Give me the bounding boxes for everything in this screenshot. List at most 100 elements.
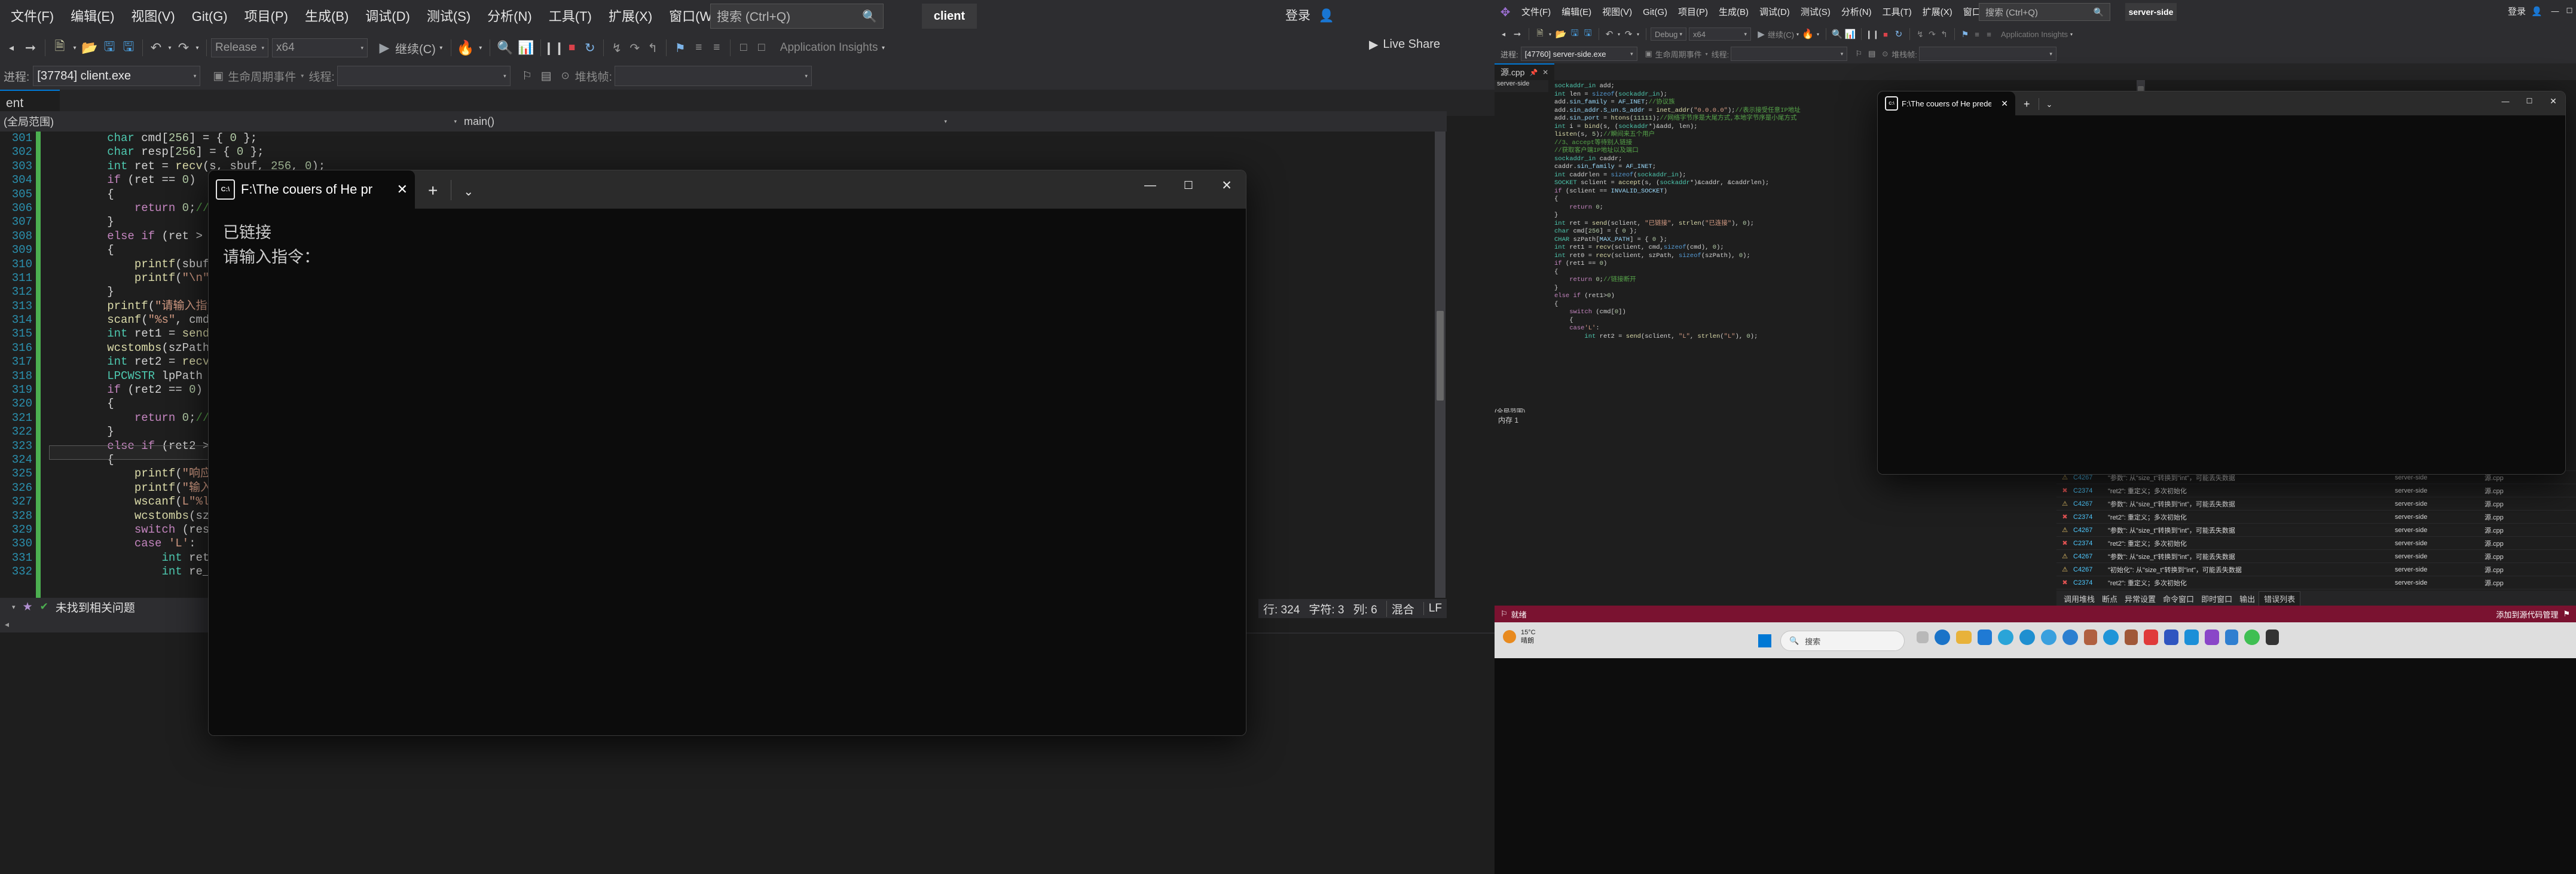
server-new-item-icon[interactable]: 🗎	[1533, 27, 1547, 41]
restart-icon[interactable]: ↻	[581, 41, 599, 56]
console-new-tab-icon[interactable]: +	[415, 181, 451, 209]
server-undo-caret-icon[interactable]: ▾	[1615, 32, 1622, 37]
taskbar-app11-icon[interactable]	[2125, 629, 2138, 645]
server-navigate-forward-icon[interactable]: ➞	[1510, 29, 1524, 39]
server-lifecycle-caret-icon[interactable]: ▾	[1706, 51, 1708, 57]
server-lifecycle-label[interactable]: 生命周期事件	[1655, 48, 1702, 60]
taskbar-edge-icon[interactable]	[1935, 629, 1950, 645]
process-combo[interactable]: [37784] client.exe ▾	[33, 66, 201, 86]
taskbar-app14-icon[interactable]	[2184, 629, 2199, 645]
server-pause-icon[interactable]: ❙❙	[1865, 29, 1879, 39]
server-console-new-tab-icon[interactable]: +	[2015, 98, 2039, 115]
server-menu-item-build[interactable]: 生成(B)	[1713, 8, 1754, 17]
account-signin[interactable]: 登录 👤	[1285, 6, 1334, 24]
console-minimize-button[interactable]: —	[1131, 170, 1169, 200]
server-tab-pin-icon[interactable]: 📌	[1529, 69, 1538, 77]
server-bottom-tab-output[interactable]: 输出	[2236, 593, 2259, 604]
diagnostics-icon[interactable]: 📊	[516, 40, 536, 56]
menu-item-test[interactable]: 测试(S)	[418, 10, 479, 23]
server-bottom-tab-command[interactable]: 命令窗口	[2159, 593, 2198, 604]
menu-item-file[interactable]: 文件(F)	[2, 10, 62, 23]
uncomment-icon[interactable]: □	[753, 41, 771, 54]
taskbar-app9-icon[interactable]	[2084, 629, 2097, 645]
error-code[interactable]: C2374	[2073, 579, 2108, 586]
error-code[interactable]: C2374	[2073, 540, 2108, 547]
server-build-platform-combo[interactable]: x64 ▾	[1689, 27, 1751, 41]
taskbar-app10-icon[interactable]	[2103, 629, 2119, 645]
server-redo-caret-icon[interactable]: ▾	[1634, 32, 1642, 37]
server-build-configuration-combo[interactable]: Debug ▾	[1651, 27, 1686, 41]
server-menu-item-project[interactable]: 项目(P)	[1673, 8, 1713, 17]
server-console-minimize-button[interactable]: —	[2494, 91, 2517, 111]
table-row[interactable]: ⚠ C4267"参数": 从"size_t"转换到"int"，可能丢失数据 serv…	[2056, 524, 2576, 537]
error-code[interactable]: C4267	[2073, 527, 2108, 534]
menu-item-git[interactable]: Git(G)	[184, 10, 236, 23]
freeze-thread-icon[interactable]: ▤	[537, 69, 556, 83]
taskbar-app6-icon[interactable]	[2019, 629, 2035, 645]
problem-filter-caret-icon[interactable]: ▾	[12, 603, 16, 611]
console-close-button[interactable]: ✕	[1208, 170, 1246, 200]
menu-item-analyze[interactable]: 分析(N)	[479, 10, 540, 23]
new-item-caret-icon[interactable]: ▾	[70, 45, 80, 51]
flag-thread-icon[interactable]: ⚐	[518, 69, 537, 83]
console-tab-close-icon[interactable]: ✕	[397, 182, 408, 197]
server-restart-icon[interactable]: ↻	[1892, 29, 1905, 39]
server-menu-item-debug[interactable]: 调试(D)	[1754, 8, 1795, 17]
server-menu-item-test[interactable]: 测试(S)	[1795, 8, 1836, 17]
taskbar-app13-icon[interactable]	[2164, 629, 2178, 645]
table-row[interactable]: ✖ C2374 "ret2": 重定义；多次初始化 server-side 源.cpp	[2056, 484, 2576, 497]
error-code[interactable]: C2374	[2073, 514, 2108, 521]
server-console-maximize-button[interactable]: ☐	[2517, 91, 2541, 111]
build-platform-combo[interactable]: x64 ▾	[272, 38, 368, 57]
server-step-out-icon[interactable]: ↰	[1938, 29, 1950, 39]
server-menu-item-tools[interactable]: 工具(T)	[1877, 8, 1917, 17]
server-console-output-body[interactable]	[1878, 115, 2565, 474]
server-quick-launch-search[interactable]: 搜索 (Ctrl+Q) 🔍	[1979, 3, 2110, 21]
server-tab-close-icon[interactable]: ✕	[1542, 68, 1548, 77]
lifecycle-events-icon[interactable]: ▣	[209, 69, 228, 83]
thread-filter-icon[interactable]: ⊙	[556, 70, 575, 82]
error-code[interactable]: C2374	[2073, 487, 2108, 494]
attach-process-icon[interactable]: 🔍	[494, 40, 516, 56]
server-menu-item-edit[interactable]: 编辑(E)	[1556, 8, 1597, 17]
live-share-button[interactable]: ▶ Live Share	[1369, 37, 1440, 52]
server-start-debug-icon[interactable]: ▶	[1755, 29, 1768, 39]
menu-item-project[interactable]: 项目(P)	[236, 10, 297, 23]
taskbar-terminal-icon[interactable]	[2266, 629, 2279, 645]
taskbar-wechat-icon[interactable]	[2244, 629, 2260, 645]
menu-item-view[interactable]: 视图(V)	[123, 10, 183, 23]
hot-reload-caret-icon[interactable]: ▾	[476, 45, 485, 51]
open-file-icon[interactable]: 📂	[80, 40, 100, 56]
server-bottom-tab-immediate[interactable]: 即时窗口	[2198, 593, 2236, 604]
server-menu-item-analyze[interactable]: 分析(N)	[1836, 8, 1877, 17]
server-hot-reload-caret-icon[interactable]: ▾	[1814, 32, 1822, 37]
code-line[interactable]: sockaddr_in add;	[1554, 82, 2146, 91]
bookmark-icon[interactable]: ⚑	[671, 41, 690, 56]
server-console-tab[interactable]: C:\ F:\The couers of He predecess ✕	[1878, 91, 2015, 115]
start-button-icon[interactable]	[1758, 634, 1771, 647]
server-document-tab-source[interactable]: 源.cpp 📌 ✕	[1495, 63, 1555, 80]
server-app-insights-label[interactable]: Application Insights	[2001, 30, 2068, 39]
console-output-body[interactable]: 已链接 请输入指令：	[209, 209, 1246, 735]
server-minimize-button[interactable]: —	[2548, 2, 2562, 19]
notification-bell-icon[interactable]: ⚑	[2563, 609, 2570, 619]
console-tab[interactable]: C:\ F:\The couers of He predecess ✕	[209, 170, 415, 209]
continue-caret-icon[interactable]: ▾	[436, 45, 447, 51]
navigate-back-button[interactable]: ◂	[2, 42, 20, 54]
statusbar-eol[interactable]: LF	[1423, 602, 1442, 615]
server-flag-thread-icon[interactable]: ⚐	[1852, 49, 1865, 59]
step-into-icon[interactable]: ↯	[608, 41, 626, 56]
error-code[interactable]: C4267	[2073, 500, 2108, 508]
taskbar-store-icon[interactable]	[1978, 629, 1992, 645]
server-step-over-icon[interactable]: ↷	[1926, 29, 1938, 39]
taskbar-explorer-icon[interactable]	[1956, 631, 1972, 644]
app-insights-caret-icon[interactable]: ▾	[878, 45, 888, 51]
console-titlebar[interactable]: C:\ F:\The couers of He predecess ✕ + ⌄ …	[209, 170, 1246, 209]
source-control-text[interactable]: 添加到源代码管理	[2496, 609, 2558, 620]
indent-icon[interactable]: ≡	[690, 41, 708, 54]
server-menu-item-view[interactable]: 视图(V)	[1597, 8, 1637, 17]
server-freeze-thread-icon[interactable]: ▤	[1865, 49, 1878, 59]
step-over-icon[interactable]: ↷	[626, 41, 644, 56]
server-process-combo[interactable]: [47760] server-side.exe ▾	[1520, 47, 1637, 61]
server-lifecycle-icon[interactable]: ▣	[1642, 49, 1655, 59]
